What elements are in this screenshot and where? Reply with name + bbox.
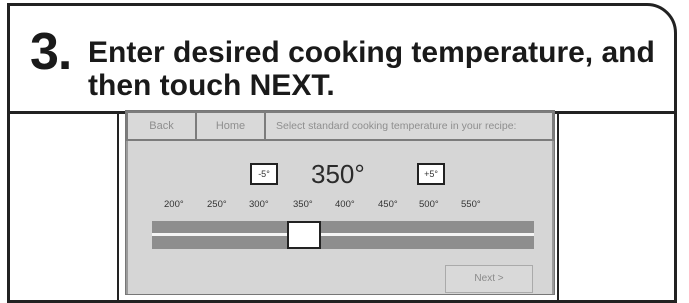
column-divider-left (117, 111, 119, 300)
slider-line (152, 233, 534, 236)
back-button[interactable]: Back (128, 113, 195, 139)
increase-temperature-button[interactable]: +5° (417, 163, 445, 185)
decrease-temperature-button[interactable]: -5° (250, 163, 278, 185)
slider-tick-label: 200° (164, 199, 184, 210)
temperature-slider[interactable] (152, 221, 534, 249)
next-button[interactable]: Next > (445, 265, 533, 293)
display-top-bar: Back Home Select standard cooking temper… (126, 111, 554, 141)
step-header: 3. Enter desired cooking temperature, an… (10, 6, 674, 114)
slider-tick-label: 250° (207, 199, 227, 210)
step-number: 3. (30, 23, 72, 81)
temperature-readout: 350° (311, 159, 365, 189)
slider-tick-label: 500° (419, 199, 439, 210)
step-instruction: Enter desired cooking temperature, and t… (88, 36, 655, 102)
slider-thumb[interactable] (287, 221, 321, 249)
home-button[interactable]: Home (197, 113, 264, 139)
slider-tick-label: 350° (293, 199, 313, 210)
slider-tick-label: 400° (335, 199, 355, 210)
temperature-panel: -5° 350° +5° 200° 250° 300° 350° 400° 45… (128, 141, 552, 294)
prompt-text: Select standard cooking temperature in y… (266, 113, 552, 139)
slider-tick-label: 450° (378, 199, 398, 210)
oven-display: Back Home Select standard cooking temper… (125, 110, 555, 295)
column-divider-right (557, 111, 559, 300)
slider-tick-label: 300° (249, 199, 269, 210)
slider-tick-label: 550° (461, 199, 481, 210)
